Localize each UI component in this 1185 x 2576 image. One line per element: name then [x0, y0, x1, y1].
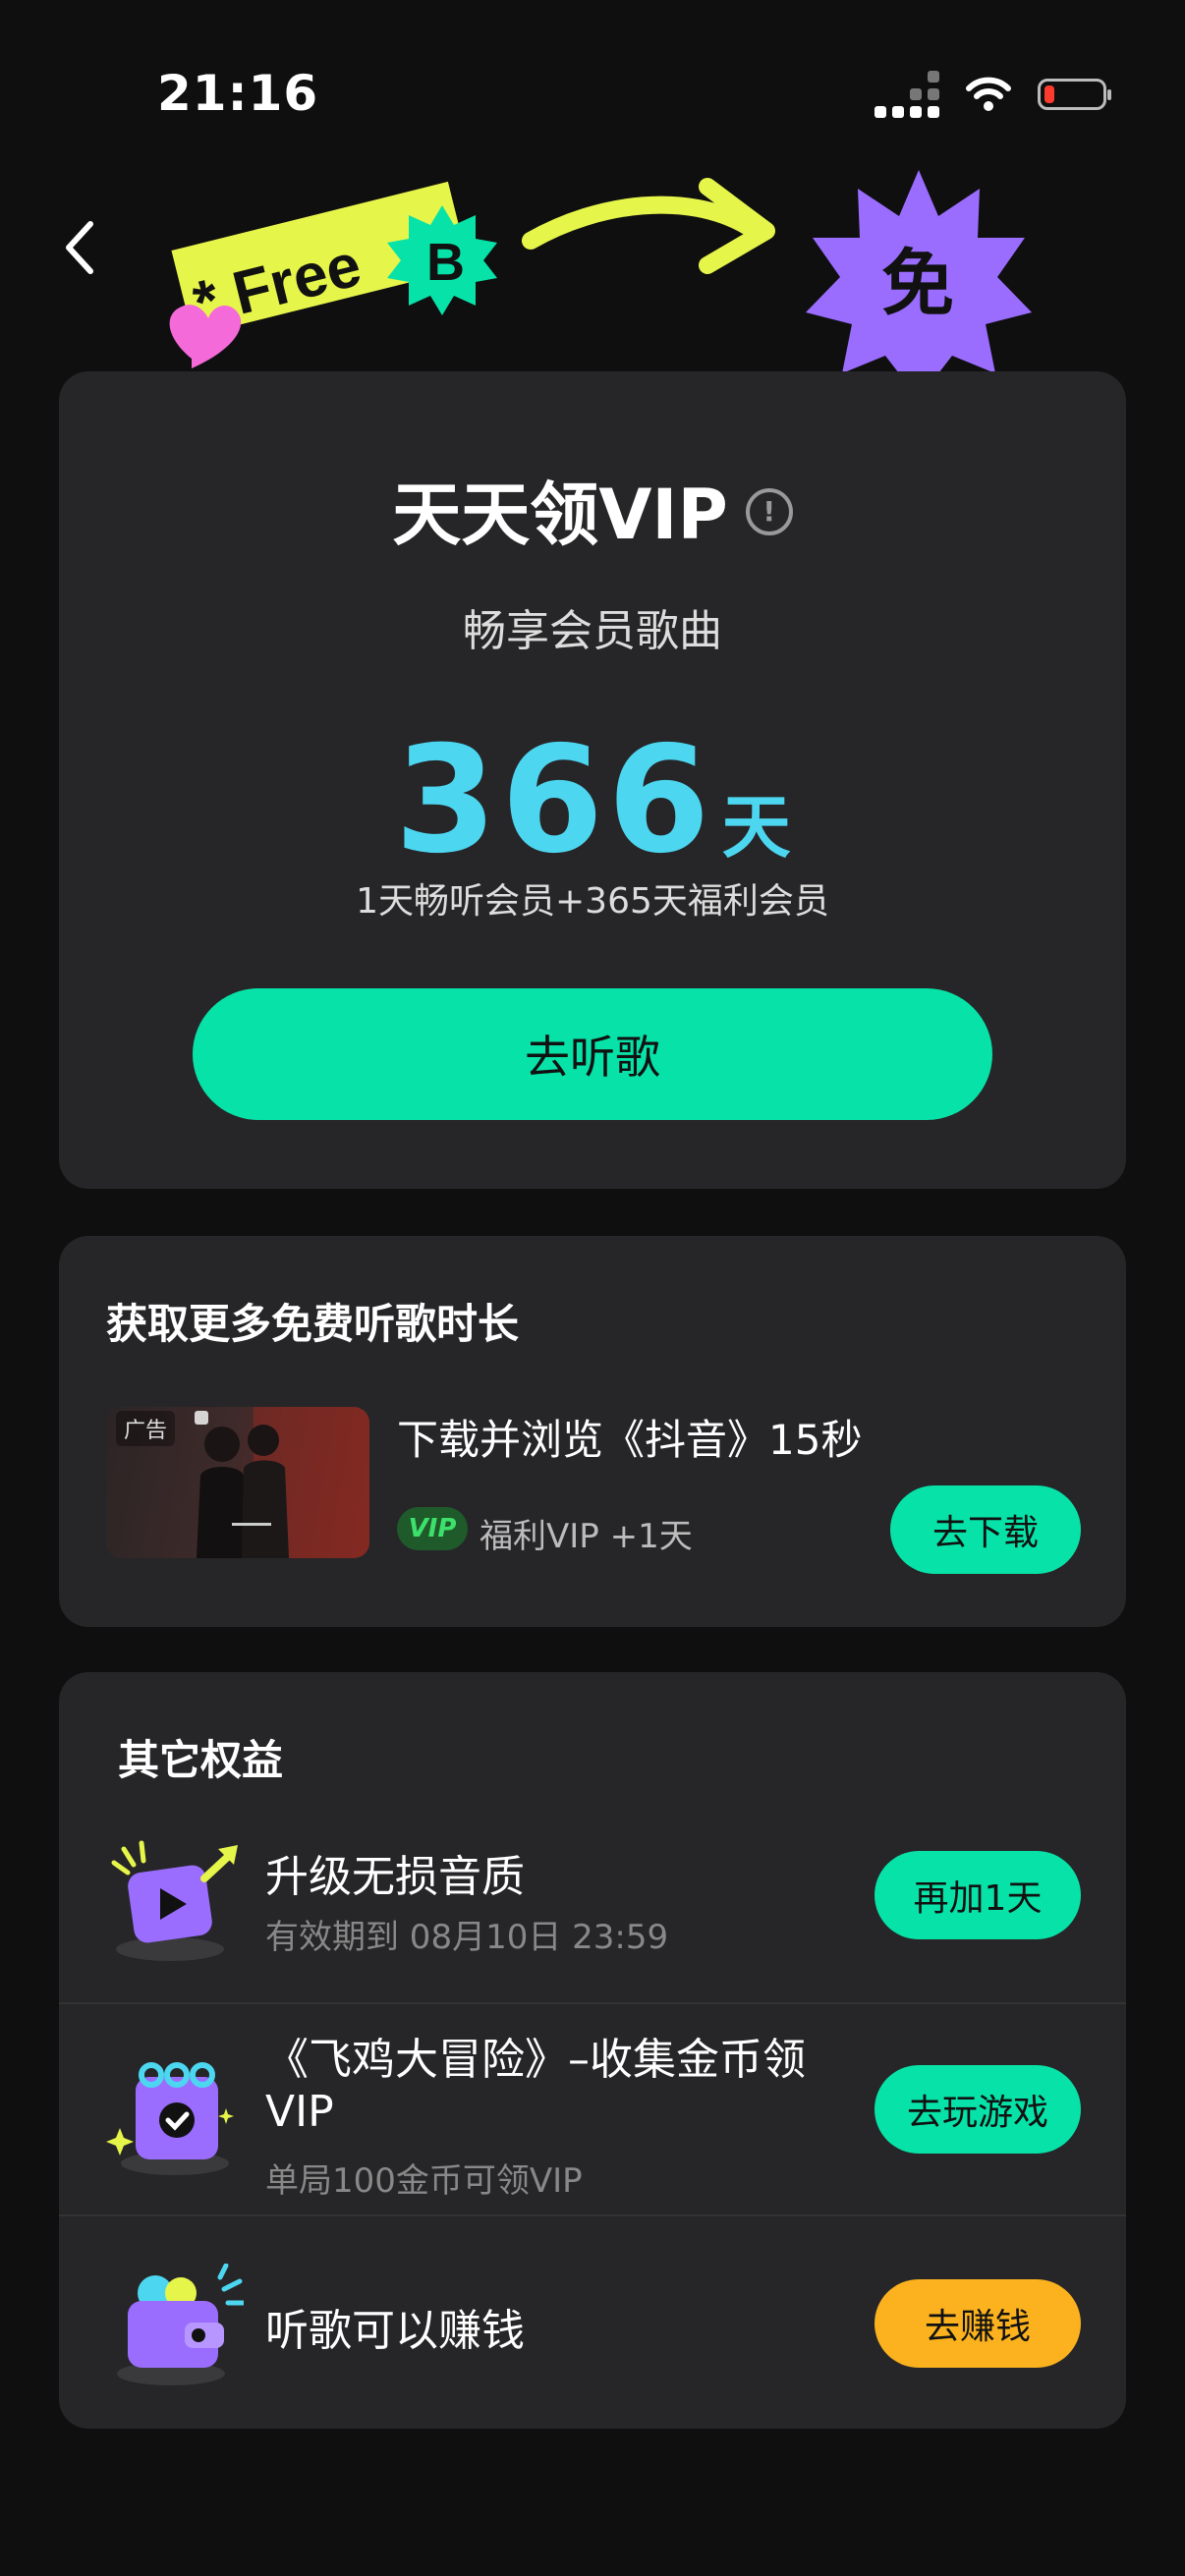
vip-days-number: 366: [394, 715, 714, 886]
divider: [59, 2214, 1126, 2216]
divider: [59, 2002, 1126, 2004]
add-one-day-button[interactable]: 再加1天: [875, 1851, 1081, 1939]
info-icon[interactable]: !: [745, 487, 793, 535]
listen-music-button[interactable]: 去听歌: [193, 988, 992, 1120]
cellular-signal-icon: [875, 71, 939, 118]
wifi-icon: [966, 77, 1011, 111]
wallet-icon: [117, 2264, 244, 2385]
card-subtitle: 畅享会员歌曲: [463, 606, 722, 656]
page-title: 天天领VIP!: [0, 460, 1185, 559]
benefit-3-title: 听歌可以赚钱: [265, 2306, 525, 2356]
earn-money-button[interactable]: 去赚钱: [875, 2279, 1081, 2368]
vip-badge: VIP: [397, 1507, 468, 1550]
page-title-text: 天天领VIP: [392, 475, 728, 555]
calendar-check-icon: [106, 2062, 234, 2175]
benefit-2-title-line2: VIP: [265, 2087, 334, 2137]
benefit-2-title-line1: 《飞鸡大冒险》–收集金币领: [265, 2035, 806, 2085]
ad-reward-text: 福利VIP +1天: [480, 1517, 693, 1556]
other-benefits-title: 其它权益: [118, 1736, 284, 1784]
badge-letter: B: [426, 233, 465, 292]
vip-days-display: 366 天: [0, 715, 1185, 886]
benefit-1-subtitle: 有效期到 08月10日 23:59: [265, 1918, 669, 1957]
play-game-button[interactable]: 去玩游戏: [875, 2065, 1081, 2154]
download-button[interactable]: 去下载: [890, 1485, 1081, 1574]
more-time-title: 获取更多免费听歌时长: [106, 1300, 520, 1348]
benefit-2-subtitle: 单局100金币可领VIP: [265, 2161, 583, 2201]
ad-task-title: 下载并浏览《抖音》15秒: [397, 1416, 863, 1464]
ad-label: 广告: [116, 1411, 176, 1446]
vip-days-unit: 天: [721, 787, 791, 868]
burst-char: 免: [881, 242, 954, 326]
header-banner-illustration: * Free B 免: [169, 170, 1032, 399]
benefit-1-title: 升级无损音质: [265, 1852, 525, 1902]
vip-days-detail: 1天畅听会员+365天福利会员: [356, 881, 829, 922]
status-time: 21:16: [157, 65, 319, 122]
back-chevron-icon[interactable]: [55, 218, 114, 277]
status-icons: [875, 71, 1111, 118]
play-box-icon: [111, 1840, 238, 1961]
battery-icon: [1038, 79, 1111, 110]
